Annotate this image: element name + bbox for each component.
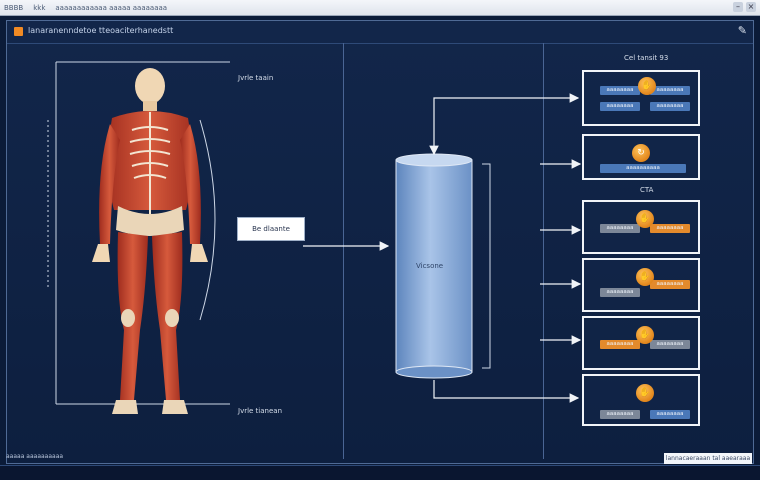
card-chip: aaaaaaaa (600, 86, 640, 95)
card-chip: aaaaaaaa (650, 280, 690, 289)
card-chip: aaaaaaaa (650, 86, 690, 95)
bottom-measurement-label: Jvrle tianean (238, 407, 283, 415)
output-card[interactable]: aaaaaaaa aaaaaaaa ✋ (582, 374, 700, 426)
cylinder-bracket (482, 163, 491, 369)
card-chip: aaaaaaaa (600, 224, 640, 233)
card-chip: aaaaaaaa (650, 102, 690, 111)
hand-icon: ✋ (636, 384, 654, 402)
anatomy-figure (92, 68, 208, 414)
card-chip: aaaaaaaa (600, 288, 640, 297)
circle-arrow-icon: ↻ (632, 144, 650, 162)
card-chip: aaaaaaaa (600, 102, 640, 111)
status-box[interactable]: lannacaeraaan tal aaearaaa (664, 453, 752, 464)
card-chip: aaaaaaaa (600, 410, 640, 419)
input-box[interactable]: Be dlaante (237, 217, 305, 241)
hand-icon: ✋ (636, 210, 654, 228)
top-measurement-label: Jvrle taain (238, 74, 274, 82)
card-chip: aaaaaaaa (600, 340, 640, 349)
card-chip: aaaaaaaa (650, 224, 690, 233)
output-card[interactable]: aaaaaaaa aaaaaaaa ✋ (582, 200, 700, 254)
card-chip: aaaaaaaaaa (600, 164, 686, 173)
cylinder-label: Vicsone (416, 262, 444, 270)
output-card[interactable]: aaaaaaaa aaaaaaaa ✋ (582, 258, 700, 312)
cards-title: Cel tansit 93 (624, 54, 669, 62)
output-card[interactable]: aaaaaaaa aaaaaaaa aaaaaaaa aaaaaaaa ✋ (582, 70, 700, 126)
hand-icon: ✋ (636, 268, 654, 286)
output-card[interactable]: ↻ aaaaaaaaaa (582, 134, 700, 180)
footer-text: aaaaa aaaaaaaaaa (6, 453, 64, 460)
hand-icon: ✋ (636, 326, 654, 344)
card-chip: aaaaaaaa (650, 410, 690, 419)
hand-icon: ✋ (638, 77, 656, 95)
section-label: CTA (640, 186, 654, 194)
card-chip: aaaaaaaa (650, 340, 690, 349)
output-card[interactable]: aaaaaaaa aaaaaaaa ✋ (582, 316, 700, 370)
bottom-bar (0, 465, 760, 480)
